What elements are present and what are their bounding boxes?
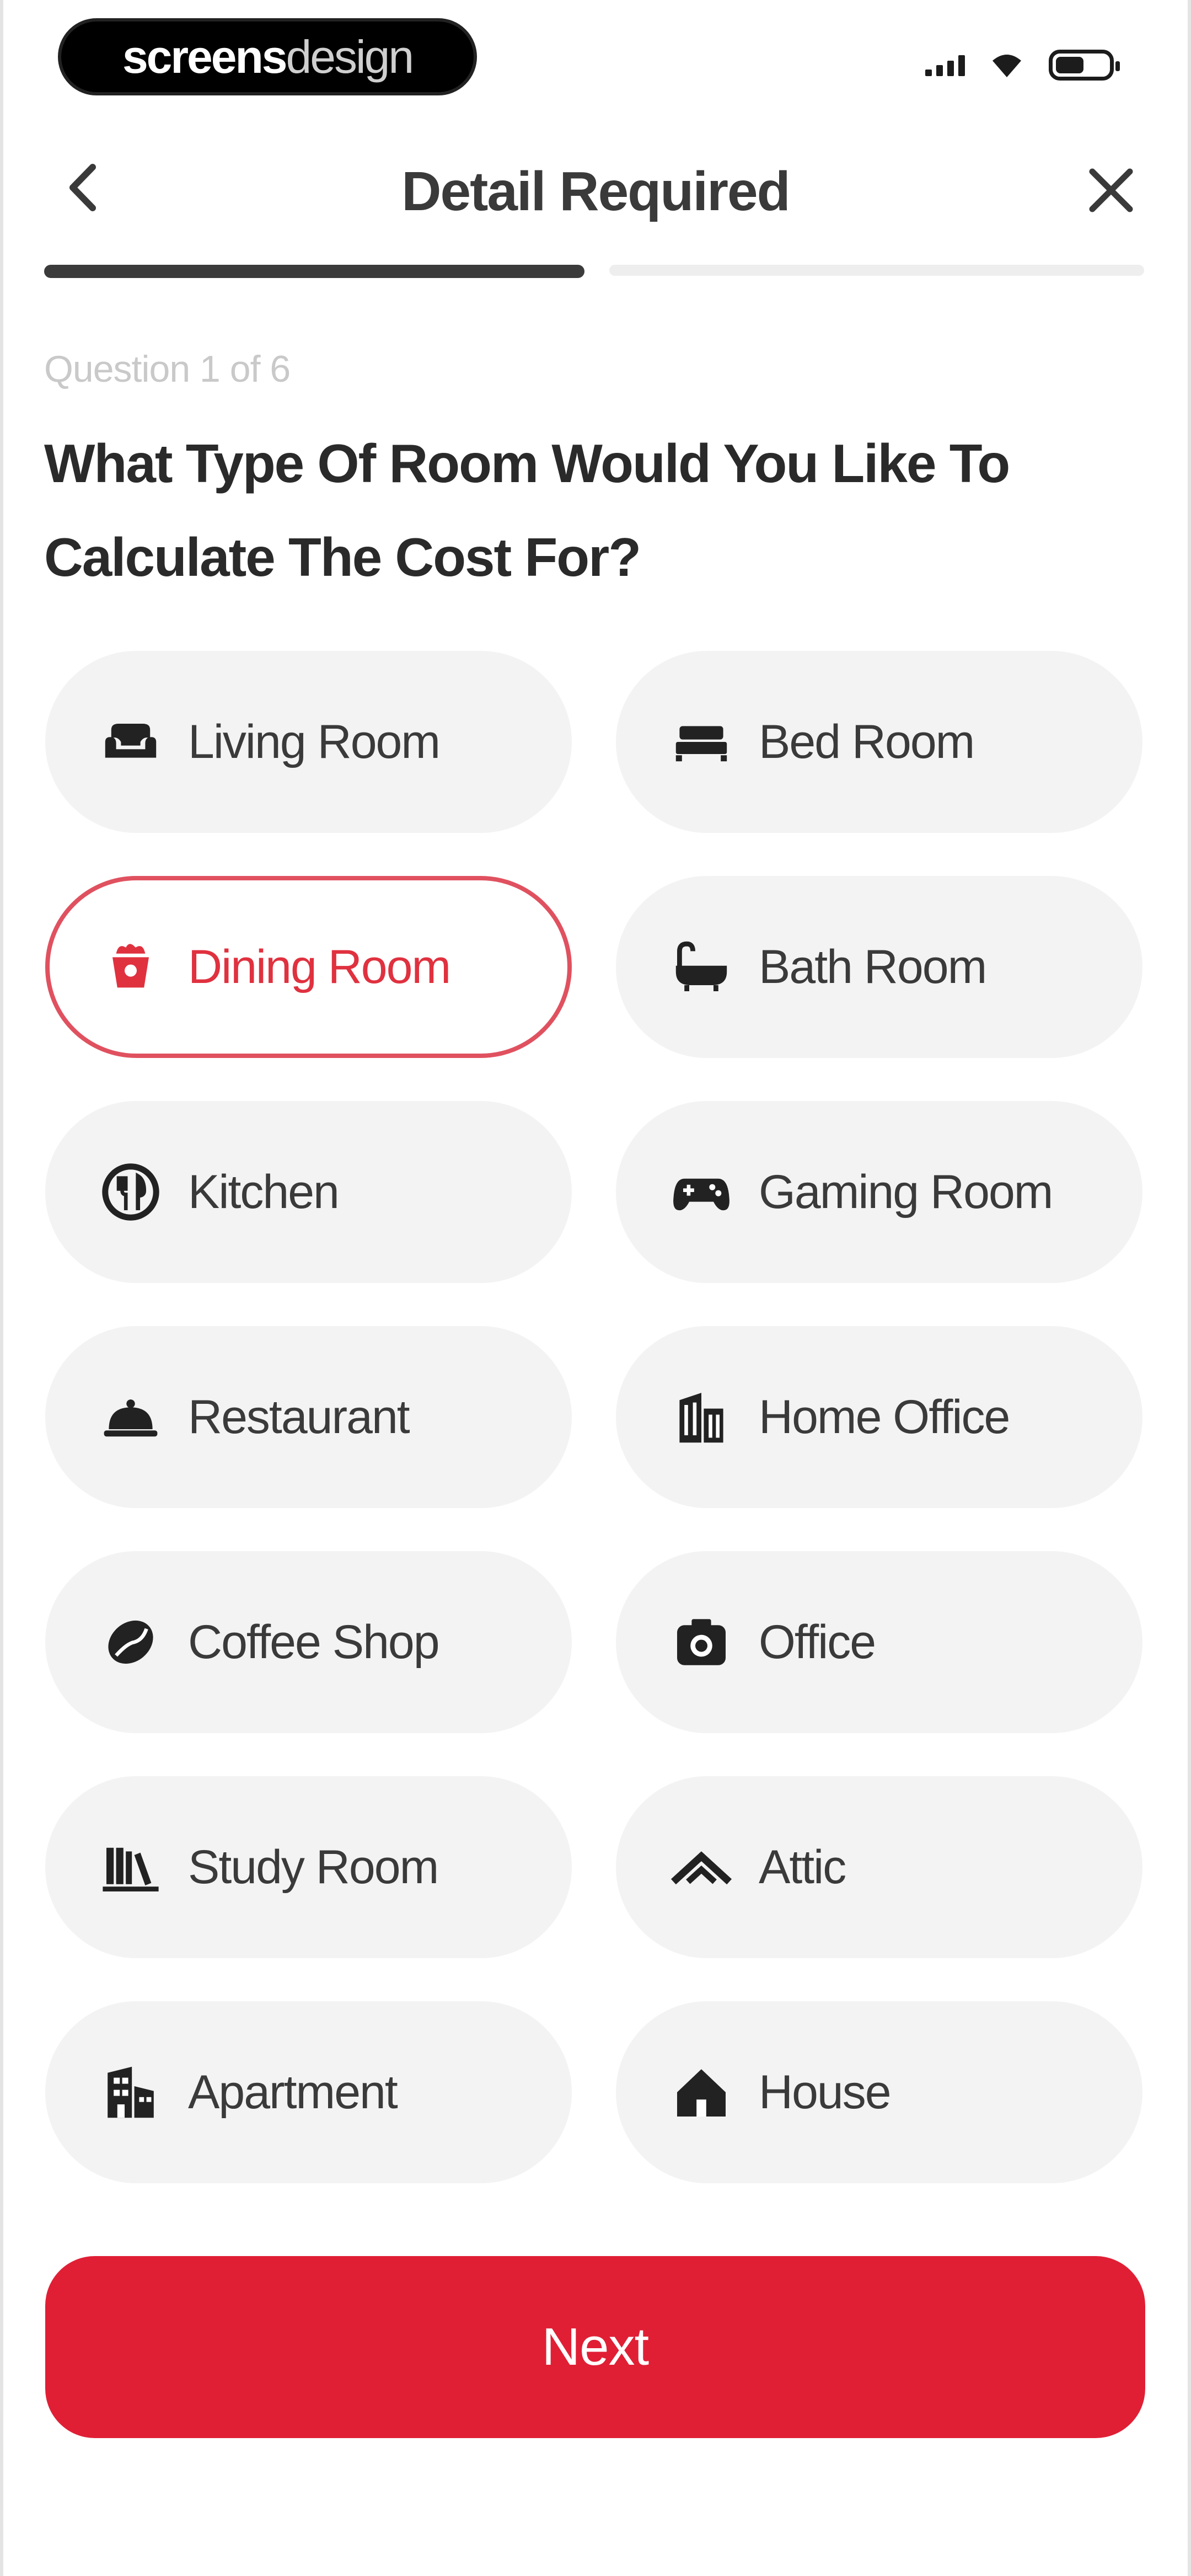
cutlery-icon	[102, 1163, 159, 1221]
coffee-bean-icon	[108, 1620, 153, 1664]
option-home-office[interactable]: Home Office	[616, 1326, 1142, 1508]
battery-icon	[1049, 50, 1120, 81]
option-office[interactable]: Office	[616, 1551, 1142, 1733]
option-house[interactable]: House	[616, 2001, 1142, 2183]
option-label: Office	[759, 1615, 876, 1669]
option-label: Bed Room	[759, 715, 975, 768]
close-icon	[1089, 168, 1133, 212]
house-icon	[677, 2069, 726, 2117]
question-counter: Question 1 of 6	[44, 348, 291, 390]
option-label: Living Room	[188, 715, 441, 768]
option-living-room[interactable]: Living Room	[45, 651, 572, 833]
option-dining-room[interactable]: Dining Room	[45, 876, 572, 1058]
option-label: Bath Room	[759, 940, 987, 993]
question-text: What Type Of Room Would You Like To Calc…	[44, 433, 1010, 587]
option-coffee-shop[interactable]: Coffee Shop	[45, 1551, 572, 1733]
roof-icon	[671, 1851, 732, 1885]
option-label: House	[759, 2065, 892, 2119]
page-title: Detail Required	[401, 161, 791, 222]
sofa-icon	[105, 724, 157, 758]
wifi-icon	[993, 55, 1021, 77]
option-kitchen[interactable]: Kitchen	[45, 1101, 572, 1283]
option-apartment[interactable]: Apartment	[45, 2001, 572, 2183]
next-button[interactable]: Next	[45, 2256, 1145, 2438]
cloche-icon	[104, 1399, 158, 1437]
option-label: Coffee Shop	[188, 1615, 440, 1669]
step-progress-bar	[44, 265, 1144, 278]
room-type-options: Living Room Bed Room Dining Room Bath Ro…	[45, 651, 1142, 2183]
apartment-icon	[108, 2066, 154, 2118]
bed-icon	[675, 726, 727, 762]
signal-icon	[925, 54, 965, 76]
option-label: Gaming Room	[759, 1165, 1053, 1218]
gamepad-icon	[673, 1178, 729, 1211]
option-study-room[interactable]: Study Room	[45, 1776, 572, 1958]
header: Detail Required	[0, 138, 1191, 243]
option-bath-room[interactable]: Bath Room	[616, 876, 1142, 1058]
camera-icon	[677, 1619, 726, 1665]
option-attic[interactable]: Attic	[616, 1776, 1142, 1958]
books-icon	[103, 1847, 159, 1891]
brand-logo: screens design	[58, 18, 477, 95]
building-icon	[679, 1393, 723, 1443]
option-label: Study Room	[188, 1840, 439, 1894]
status-icons	[925, 50, 1120, 81]
option-label: Restaurant	[188, 1390, 410, 1444]
brand-text-bold: screens	[122, 30, 288, 83]
option-label: Home Office	[759, 1390, 1010, 1444]
bathtub-icon	[675, 941, 727, 991]
progress-remaining-segment	[609, 265, 1144, 276]
close-button[interactable]	[1081, 160, 1141, 221]
option-label: Dining Room	[188, 940, 451, 993]
option-gaming-room[interactable]: Gaming Room	[616, 1101, 1142, 1283]
option-label: Kitchen	[188, 1165, 340, 1218]
dining-icon	[112, 944, 149, 988]
option-bed-room[interactable]: Bed Room	[616, 651, 1142, 833]
brand-text-light: design	[286, 30, 415, 83]
option-restaurant[interactable]: Restaurant	[45, 1326, 572, 1508]
progress-active-segment	[44, 265, 584, 278]
option-label: Apartment	[188, 2065, 398, 2119]
option-label: Attic	[759, 1840, 846, 1894]
